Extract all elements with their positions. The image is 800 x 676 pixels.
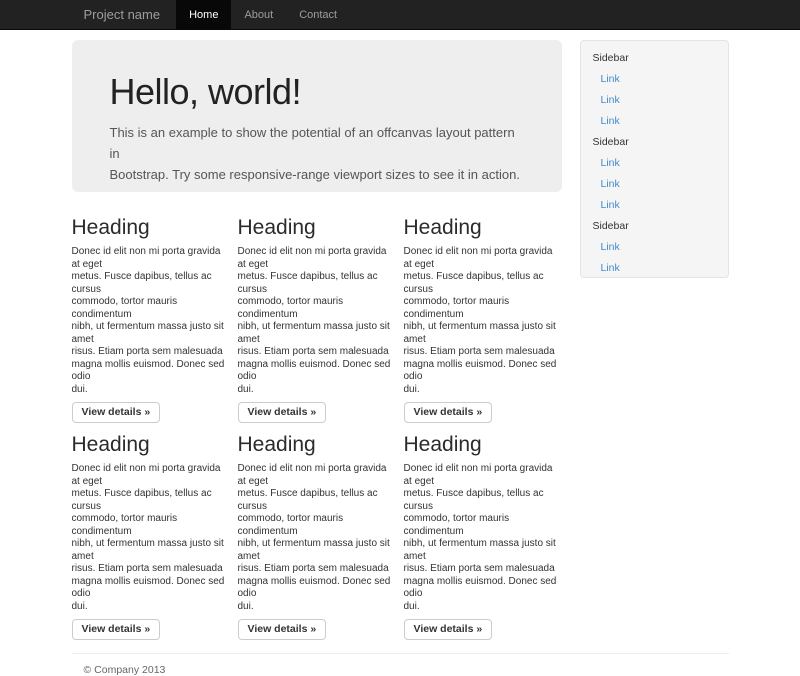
card-heading: Heading <box>238 216 396 239</box>
sidebar-group-3: Sidebar Link Link <box>581 216 728 279</box>
nav-item-home[interactable]: Home <box>176 0 231 30</box>
sidebar-link[interactable]: Link <box>581 195 728 216</box>
content-card: Heading Donec id elit non mi porta gravi… <box>72 216 230 423</box>
sidebar-group-2: Sidebar Link Link Link <box>581 132 728 216</box>
navbar-brand[interactable]: Project name <box>72 0 173 30</box>
sidebar-link[interactable]: Link <box>581 90 728 111</box>
view-details-button[interactable]: View details » <box>238 402 327 423</box>
card-heading: Heading <box>72 216 230 239</box>
card-heading: Heading <box>404 216 562 239</box>
content-card: Heading Donec id elit non mi porta gravi… <box>238 216 396 423</box>
card-body-text: Donec id elit non mi porta gravida at eg… <box>404 246 562 396</box>
sidebar-link[interactable]: Link <box>581 174 728 195</box>
nav-item-about[interactable]: About <box>231 0 286 30</box>
sidebar: Sidebar Link Link Link Sidebar Link Link… <box>580 40 729 278</box>
page-title: Hello, world! <box>110 72 524 112</box>
sidebar-group-1: Sidebar Link Link Link <box>581 48 728 132</box>
top-navbar: Project name Home About Contact <box>0 0 800 30</box>
card-heading: Heading <box>404 433 562 456</box>
card-heading: Heading <box>238 433 396 456</box>
view-details-button[interactable]: View details » <box>72 619 161 640</box>
content-card: Heading Donec id elit non mi porta gravi… <box>404 433 562 640</box>
card-body-text: Donec id elit non mi porta gravida at eg… <box>72 246 230 396</box>
content-card: Heading Donec id elit non mi porta gravi… <box>404 216 562 423</box>
sidebar-link[interactable]: Link <box>581 258 728 279</box>
sidebar-link[interactable]: Link <box>581 237 728 258</box>
sidebar-link[interactable]: Link <box>581 69 728 90</box>
view-details-button[interactable]: View details » <box>238 619 327 640</box>
navbar-menu: Home About Contact <box>176 0 350 30</box>
view-details-button[interactable]: View details » <box>404 619 493 640</box>
card-body-text: Donec id elit non mi porta gravida at eg… <box>238 463 396 613</box>
page-container: Hello, world! This is an example to show… <box>72 40 729 676</box>
cards-row-2: Heading Donec id elit non mi porta gravi… <box>72 433 562 640</box>
jumbotron: Hello, world! This is an example to show… <box>72 40 562 192</box>
nav-item-contact[interactable]: Contact <box>286 0 350 30</box>
sidebar-link[interactable]: Link <box>581 153 728 174</box>
cards-row-1: Heading Donec id elit non mi porta gravi… <box>72 216 562 423</box>
footer-divider <box>72 653 729 654</box>
sidebar-heading: Sidebar <box>581 132 728 153</box>
view-details-button[interactable]: View details » <box>72 402 161 423</box>
card-body-text: Donec id elit non mi porta gravida at eg… <box>72 463 230 613</box>
copyright-text: © Company 2013 <box>72 664 729 676</box>
content-card: Heading Donec id elit non mi porta gravi… <box>238 433 396 640</box>
main-content: Hello, world! This is an example to show… <box>72 40 562 640</box>
view-details-button[interactable]: View details » <box>404 402 493 423</box>
sidebar-link[interactable]: Link <box>581 111 728 132</box>
card-heading: Heading <box>72 433 230 456</box>
jumbotron-lead: This is an example to show the potential… <box>110 122 524 185</box>
card-body-text: Donec id elit non mi porta gravida at eg… <box>404 463 562 613</box>
card-body-text: Donec id elit non mi porta gravida at eg… <box>238 246 396 396</box>
content-card: Heading Donec id elit non mi porta gravi… <box>72 433 230 640</box>
sidebar-heading: Sidebar <box>581 216 728 237</box>
page-footer: © Company 2013 <box>72 653 729 676</box>
sidebar-heading: Sidebar <box>581 48 728 69</box>
